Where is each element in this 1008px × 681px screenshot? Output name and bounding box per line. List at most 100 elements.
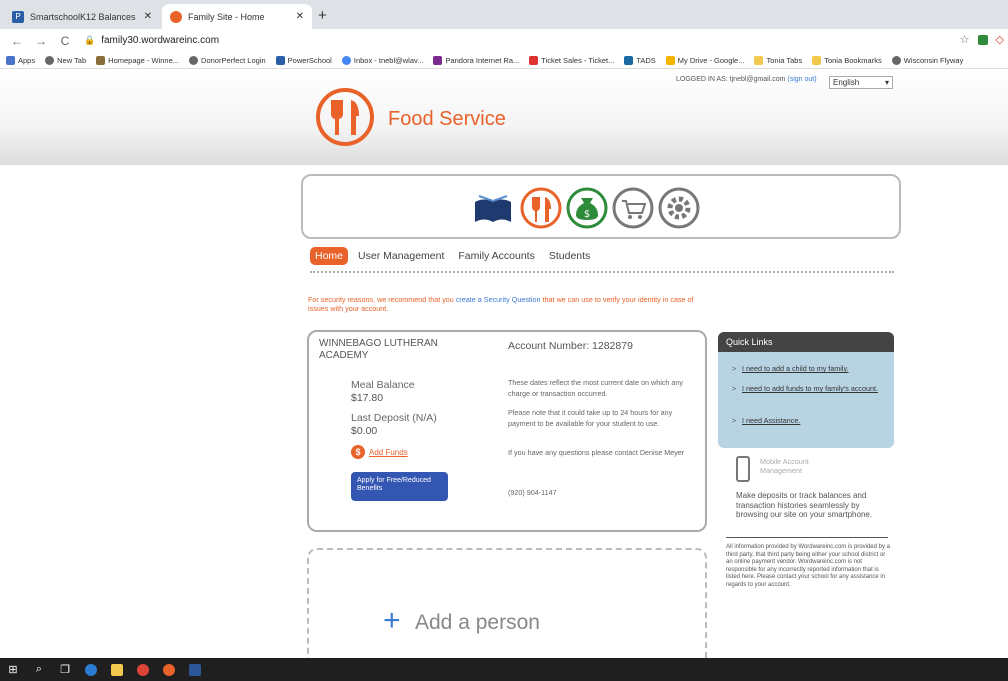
quick-link-add-funds[interactable]: > I need to add funds to my family's acc… (732, 384, 890, 393)
google-icon (341, 55, 351, 65)
bookmark-item[interactable]: Homepage - Winne... (96, 55, 179, 65)
edge-icon[interactable] (78, 658, 104, 681)
security-notice: For security reasons, we recommend that … (308, 295, 694, 313)
chevron-right-icon: > (732, 416, 737, 425)
money-bag-icon[interactable]: $ (565, 186, 609, 230)
browser-tab-bar: P SmartschoolK12 Balances and Ac ✕ Famil… (0, 0, 1008, 29)
login-info: LOGGED IN AS: tjnebl@gmail.com (sign out… (676, 76, 817, 83)
apply-free-reduced-button[interactable]: Apply for Free/Reduced Benefits (351, 472, 448, 501)
food-service-favicon-icon (170, 10, 182, 23)
tads-icon (624, 55, 634, 65)
language-select[interactable]: English ▾ (829, 76, 893, 89)
windows-taskbar: ⊞ ⌕ ❐ (0, 658, 1008, 681)
bookmark-item[interactable]: My Drive - Google... (665, 55, 744, 65)
svg-text:$: $ (584, 209, 590, 220)
last-deposit-label: Last Deposit (N/A) (351, 412, 437, 424)
quick-link-add-child[interactable]: > I need to add a child to my family. (732, 364, 890, 373)
bookmark-item[interactable]: Inbox - tnebl@wlav... (341, 55, 423, 65)
bookmark-item[interactable]: TADS (624, 55, 656, 65)
task-view-icon[interactable]: ❐ (52, 658, 78, 681)
menu-divider (310, 271, 894, 273)
chevron-right-icon: > (732, 364, 737, 373)
url-text: family30.wordwareinc.com (101, 35, 220, 46)
quick-links-panel: Quick Links > I need to add a child to m… (718, 332, 894, 448)
folder-icon (754, 55, 764, 65)
smartphone-icon (736, 456, 750, 482)
chrome-icon[interactable] (130, 658, 156, 681)
info-payment-delay: Please note that it could take up to 24 … (508, 408, 673, 428)
windows-start-icon[interactable]: ⊞ (0, 658, 26, 681)
quick-link-assistance[interactable]: > I need Assistance. (732, 416, 890, 425)
search-icon[interactable]: ⌕ (26, 658, 52, 681)
menu-user-management[interactable]: User Management (358, 250, 444, 262)
menu-students[interactable]: Students (549, 250, 590, 262)
extension-icon[interactable] (977, 34, 988, 45)
back-icon[interactable]: ← (10, 34, 24, 48)
browser-tab-smartschool[interactable]: P SmartschoolK12 Balances and Ac ✕ (4, 4, 160, 29)
add-person-card[interactable]: + Add a person (307, 548, 707, 668)
disclaimer-text: All information provided by Wordwareinc.… (726, 544, 890, 588)
browser-tab-family-site[interactable]: Family Site - Home ✕ (162, 4, 312, 29)
side-divider (726, 537, 888, 538)
shopping-cart-icon[interactable] (611, 186, 655, 230)
chevron-right-icon: > (732, 384, 737, 393)
sign-out-link[interactable]: (sign out) (787, 76, 816, 83)
food-service-app-icon[interactable] (156, 658, 182, 681)
reload-icon[interactable]: C (58, 34, 72, 48)
bookmark-folder[interactable]: Tonia Tabs (754, 55, 802, 65)
quick-links-title: Quick Links (718, 332, 894, 352)
account-card: WINNEBAGO LUTHERAN ACADEMY Account Numbe… (307, 330, 707, 532)
main-menu: Home User Management Family Accounts Stu… (310, 246, 604, 266)
powerschool-icon (275, 55, 285, 65)
address-bar-actions: ☆ ◇ (960, 33, 1004, 46)
globe-icon (891, 55, 901, 65)
food-service-logo-icon (316, 88, 374, 146)
bookmark-item[interactable]: Wisconsin Flyway (891, 55, 963, 65)
star-icon[interactable]: ☆ (960, 33, 970, 46)
address-bar: ← → C 🔒 family30.wordwareinc.com ☆ ◇ (0, 29, 1008, 52)
apps-grid-icon (6, 55, 15, 65)
bookmark-item[interactable]: New Tab (45, 55, 86, 65)
bookmark-folder[interactable]: Tonia Bookmarks (812, 55, 882, 65)
file-explorer-icon[interactable] (104, 658, 130, 681)
google-drive-icon (665, 55, 675, 65)
page-title: Food Service (388, 108, 506, 130)
bookmark-favicon-icon (96, 55, 106, 65)
mobile-account-label: Mobile Account Management (760, 457, 809, 475)
add-funds-link[interactable]: $ Add Funds (351, 445, 408, 459)
add-person-label: Add a person (415, 611, 540, 634)
bookmark-item[interactable]: PowerSchool (275, 55, 332, 65)
plus-icon: + (383, 604, 401, 637)
menu-family-accounts[interactable]: Family Accounts (458, 250, 534, 262)
powerschool-favicon-icon: P (12, 10, 24, 23)
extension-icon[interactable]: ◇ (996, 33, 1004, 46)
close-tab-icon[interactable]: ✕ (296, 11, 304, 22)
chevron-down-icon: ▾ (884, 78, 889, 87)
globe-icon (45, 55, 55, 65)
tab-title: SmartschoolK12 Balances and Ac (30, 11, 138, 22)
bookmark-item[interactable]: DonorPerfect Login (189, 55, 266, 65)
bookmarks-bar: Apps New Tab Homepage - Winne... DonorPe… (0, 52, 1008, 69)
word-icon[interactable] (182, 658, 208, 681)
url-field[interactable]: 🔒 family30.wordwareinc.com (84, 35, 219, 46)
bookmark-item[interactable]: Pandora Internet Ra... (433, 55, 519, 65)
last-deposit-value: $0.00 (351, 425, 378, 437)
ticket-icon (529, 55, 539, 65)
create-security-question-link[interactable]: create a Security Question (456, 295, 541, 304)
school-name: WINNEBAGO LUTHERAN ACADEMY (319, 338, 438, 361)
bookmark-item[interactable]: Ticket Sales - Ticket... (529, 55, 614, 65)
menu-home[interactable]: Home (310, 247, 349, 265)
lock-icon: 🔒 (84, 35, 96, 45)
forward-icon[interactable]: → (34, 34, 48, 48)
meal-balance-label: Meal Balance (351, 379, 415, 391)
page-content: LOGGED IN AS: tjnebl@gmail.com (sign out… (0, 70, 1008, 668)
close-tab-icon[interactable]: ✕ (144, 11, 152, 22)
fork-knife-icon[interactable] (519, 186, 563, 230)
account-number: Account Number: 1282879 (508, 340, 633, 352)
book-wallet-icon[interactable] (471, 186, 515, 230)
bookmark-apps[interactable]: Apps (6, 55, 35, 65)
info-dates: These dates reflect the most current dat… (508, 378, 683, 398)
gear-icon[interactable] (657, 186, 701, 230)
tab-title: Family Site - Home (188, 11, 265, 22)
new-tab-icon[interactable]: + (318, 7, 327, 24)
